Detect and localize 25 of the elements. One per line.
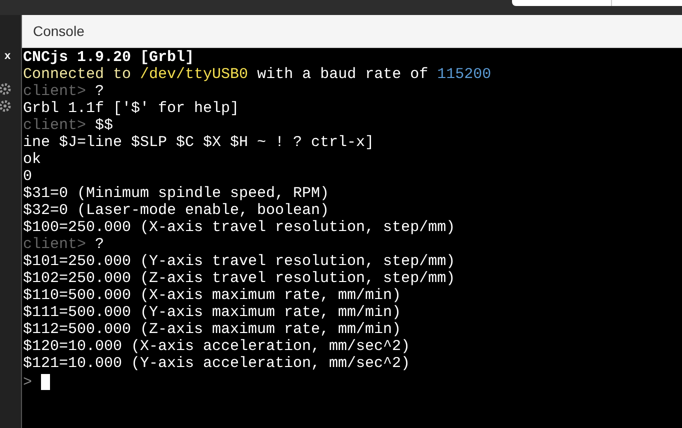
console-line: Grbl 1.1f ['$' for help] [23,100,240,117]
console-line: ok [23,151,42,168]
console-line: $32=0 (Laser-mode enable, boolean) [23,202,330,219]
console-line: $100=250.000 (X-axis travel resolution, step/mm) [23,219,456,236]
console-line: $120=10.000 (X-axis acceleration, mm/sec^2) [23,338,412,355]
console-line: $112=500.000 (Z-axis maximum rate, mm/min) [23,321,402,338]
gear-icon[interactable] [0,82,12,96]
console-line: ine $J=line $SLP $C $X $H ~ ! ? ctrl-x] [23,134,376,151]
text-cursor[interactable] [41,374,50,390]
console-line: $31=0 (Minimum spindle speed, RPM) [23,185,330,202]
panel-title: Console [33,22,84,40]
console-line: client> $$ [23,117,114,134]
console-line: client> ? [23,83,106,100]
console-line: $110=500.000 (X-axis maximum rate, mm/min) [23,287,402,304]
console-line: CNCjs 1.9.20 [Grbl] [23,49,196,66]
console-line: $121=10.000 (Y-axis acceleration, mm/sec^2) [23,355,412,372]
console-line: $101=250.000 (Y-axis travel resolution, step/mm) [23,253,456,270]
console-line: Connected to /dev/ttyUSB0 with a baud rate of 115200 [23,66,492,83]
console-line: $102=250.000 (Z-axis travel resolution, step/mm) [23,270,456,287]
gear-icon[interactable] [0,99,12,113]
input-prompt: > [23,374,32,390]
console-line: client> ? [23,236,106,253]
console-line: $111=500.000 (Y-axis maximum rate, mm/min) [23,304,402,321]
close-button[interactable]: x [4,51,11,62]
console-line: 0 [23,168,34,185]
